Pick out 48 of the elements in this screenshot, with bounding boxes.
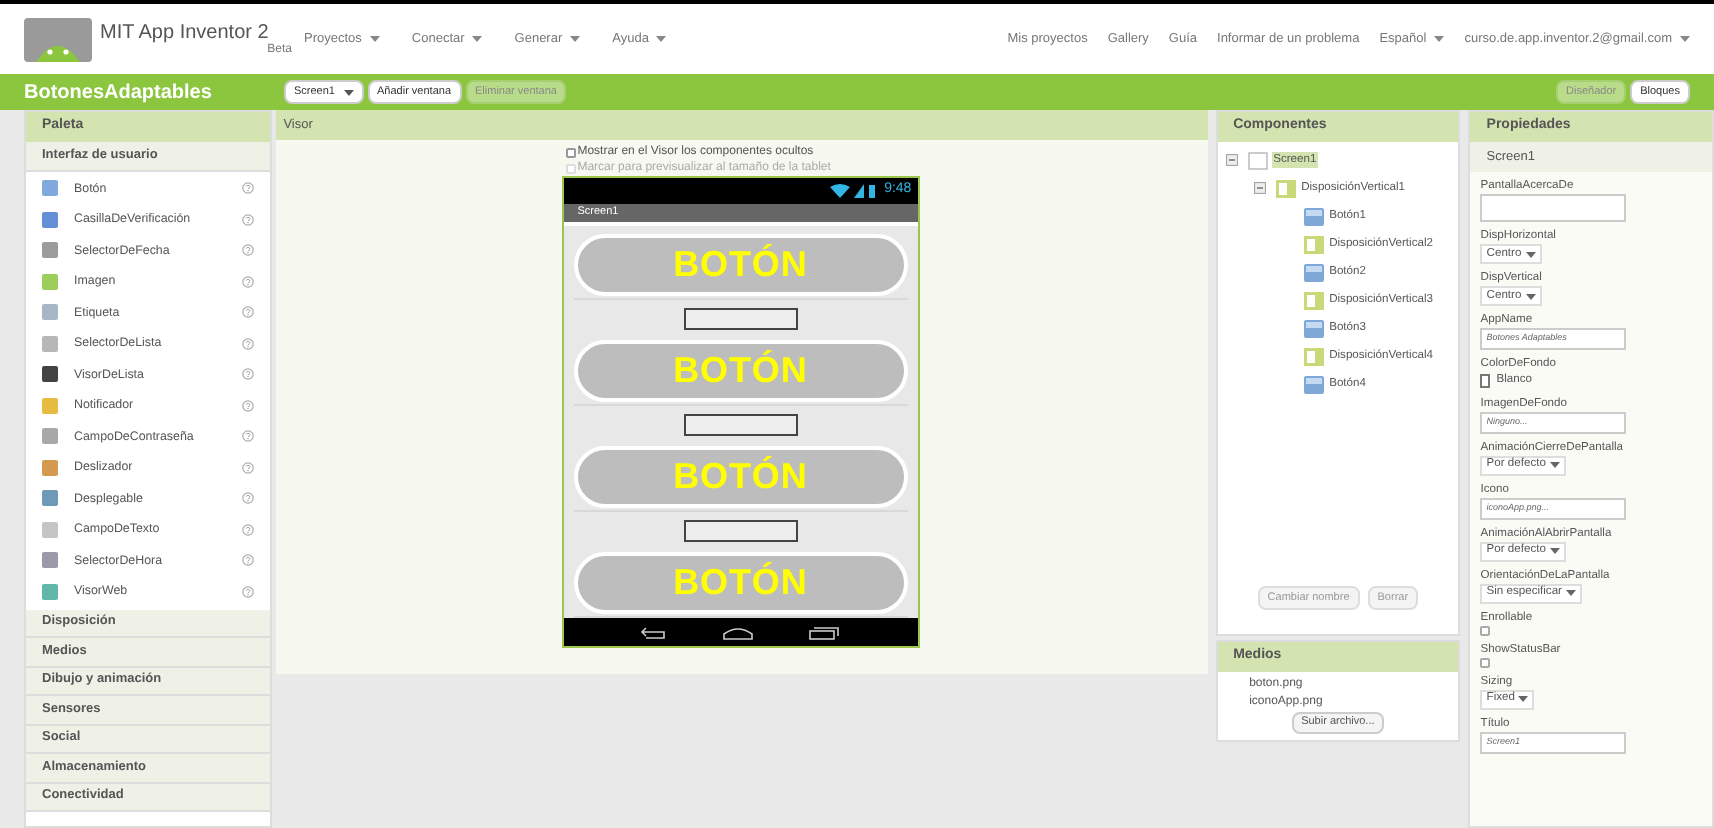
help-icon xyxy=(241,368,254,381)
home-icon xyxy=(722,625,755,639)
color-swatch[interactable] xyxy=(1480,373,1491,388)
button-icon xyxy=(1303,207,1324,225)
help-icon xyxy=(241,554,254,567)
help-icon xyxy=(241,585,254,598)
checkbox[interactable] xyxy=(1480,657,1491,668)
button-icon xyxy=(1303,375,1324,393)
help-icon xyxy=(241,306,254,319)
button-icon xyxy=(1303,263,1324,281)
checkbox[interactable] xyxy=(565,147,576,157)
empty-layout xyxy=(683,308,798,330)
layout-icon xyxy=(1303,291,1324,309)
help-icon xyxy=(241,182,254,195)
empty-layout xyxy=(683,414,798,436)
wifi-icon xyxy=(830,184,851,198)
text-area[interactable] xyxy=(1480,194,1627,222)
empty-layout xyxy=(683,520,798,542)
help-icon xyxy=(241,213,254,226)
recent-apps-icon xyxy=(808,625,841,639)
help-icon xyxy=(241,337,254,350)
layout-icon xyxy=(1275,179,1296,197)
help-icon xyxy=(241,399,254,412)
screen-icon xyxy=(1247,151,1268,169)
help-icon xyxy=(241,523,254,536)
caret-icon xyxy=(1525,251,1536,257)
caret-icon xyxy=(1549,462,1560,469)
caret-icon xyxy=(1565,590,1576,597)
layout-icon xyxy=(1303,347,1324,365)
signal-icon xyxy=(854,184,865,198)
logo-icon xyxy=(24,17,92,61)
collapse-toggle-icon[interactable] xyxy=(1253,182,1266,194)
project-name: BotonesAdaptables xyxy=(24,79,214,107)
back-icon xyxy=(640,625,669,639)
help-icon xyxy=(241,492,254,505)
collapse-toggle-icon[interactable] xyxy=(1225,154,1238,166)
caret-icon xyxy=(1549,548,1560,555)
help-icon xyxy=(241,244,254,257)
app-title: MIT App Inventor 2 xyxy=(100,21,271,43)
help-icon xyxy=(241,461,254,474)
help-icon xyxy=(241,275,254,288)
checkbox[interactable] xyxy=(1480,625,1491,636)
help-icon xyxy=(241,430,254,443)
battery-icon xyxy=(868,184,877,198)
caret-icon xyxy=(1518,696,1529,703)
layout-icon xyxy=(1303,235,1324,253)
button-icon xyxy=(1303,319,1324,337)
caret-icon xyxy=(1525,293,1536,299)
